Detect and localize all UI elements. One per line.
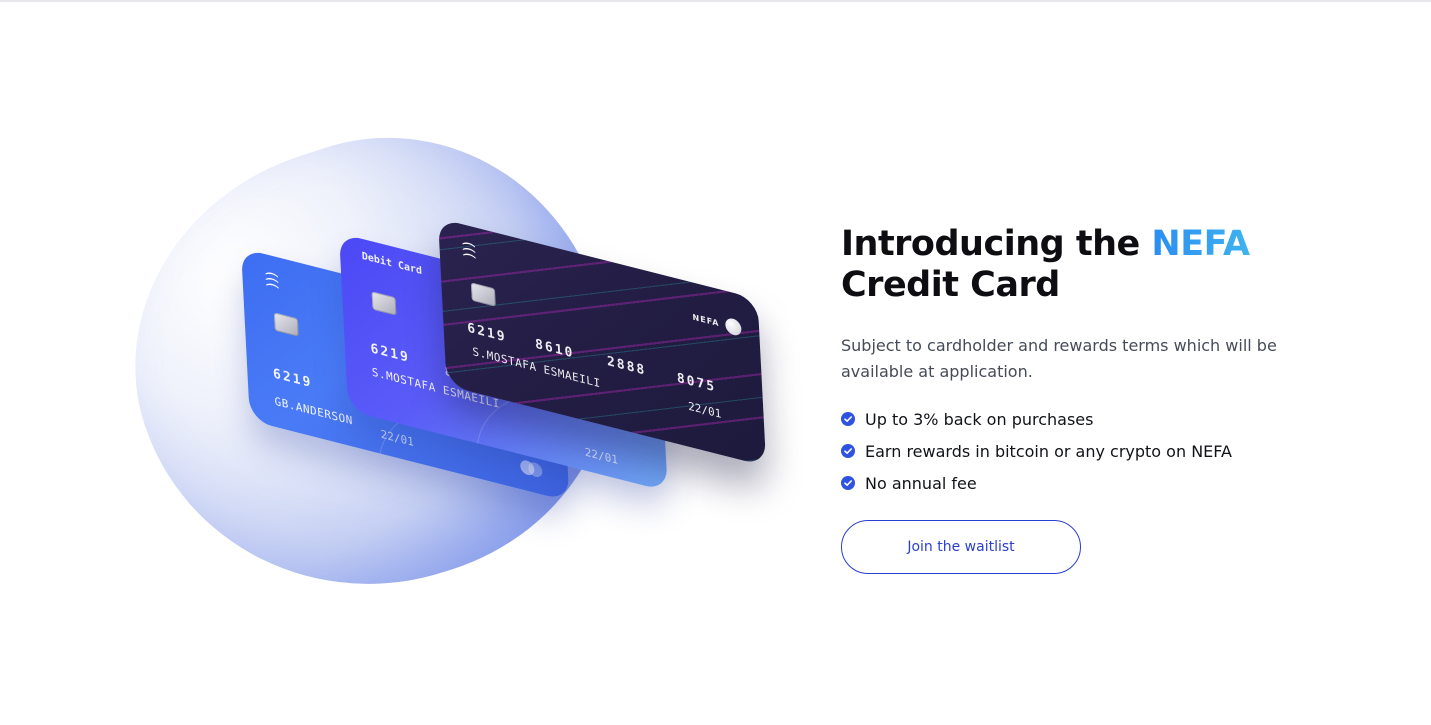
top-divider: [0, 0, 1431, 2]
feature-text: No annual fee: [865, 473, 977, 493]
card-number-group: 6219: [272, 366, 313, 392]
join-waitlist-button[interactable]: Join the waitlist: [841, 520, 1081, 574]
page-title: Introducing the NEFA Credit Card: [841, 224, 1311, 306]
card-number-group: 6219: [370, 341, 411, 367]
feature-item: Up to 3% back on purchases: [841, 403, 1311, 435]
feature-text: Up to 3% back on purchases: [865, 409, 1094, 429]
card-type-label: Debit Card: [361, 250, 423, 278]
feature-text: Earn rewards in bitcoin or any crypto on…: [865, 441, 1232, 461]
cards-illustration: ))) 6219 86 GB.ANDERSON 22/01 Debit Card…: [80, 82, 780, 646]
feature-list: Up to 3% back on purchases Earn rewards …: [841, 403, 1311, 499]
card-holder-name: GB.ANDERSON: [274, 394, 354, 428]
hero-content: Introducing the NEFA Credit Card Subject …: [841, 224, 1311, 574]
feature-item: No annual fee: [841, 467, 1311, 499]
title-accent: NEFA: [1151, 224, 1250, 264]
chip-icon: [371, 291, 397, 316]
contactless-icon: ))): [263, 269, 281, 291]
check-badge-icon: [841, 444, 855, 458]
title-prefix: Introducing the: [841, 224, 1152, 264]
check-badge-icon: [841, 412, 855, 426]
feature-item: Earn rewards in bitcoin or any crypto on…: [841, 435, 1311, 467]
check-badge-icon: [841, 476, 855, 490]
page: ))) 6219 86 GB.ANDERSON 22/01 Debit Card…: [0, 0, 1431, 725]
title-suffix: Credit Card: [841, 265, 1060, 305]
subtitle: Subject to cardholder and rewards terms …: [841, 336, 1277, 381]
chip-icon: [273, 312, 299, 337]
